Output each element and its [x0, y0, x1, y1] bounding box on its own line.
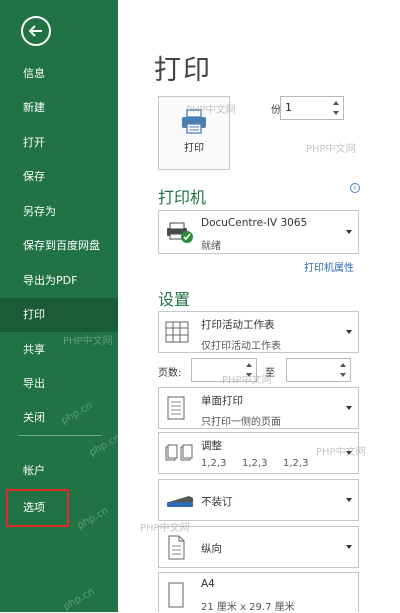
stapler-icon — [167, 496, 193, 507]
print-scope-select[interactable]: 打印活动工作表 仅打印活动工作表 — [158, 311, 359, 353]
copies-stepper[interactable]: 1 — [280, 96, 344, 120]
copies-decrement-button[interactable] — [332, 109, 341, 118]
portrait-page-icon — [168, 535, 185, 560]
printer-properties-link[interactable]: 打印机属性 — [304, 259, 354, 274]
nav-share[interactable]: 共享 — [0, 333, 118, 367]
print-sides-title: 单面打印 — [201, 395, 243, 407]
nav-new[interactable]: 新建 — [0, 91, 118, 125]
chevron-down-icon — [346, 330, 352, 334]
collate-seq-2: 1,2,3 — [242, 458, 268, 469]
printer-icon — [182, 109, 206, 134]
nav-divider — [18, 435, 102, 436]
page-from-input[interactable] — [191, 358, 257, 382]
settings-section-title: 设置 — [158, 290, 191, 309]
arrow-left-icon — [28, 25, 42, 37]
orientation-select[interactable]: 纵向 — [158, 526, 359, 568]
print-scope-title: 打印活动工作表 — [201, 319, 275, 331]
collate-select[interactable]: 调整 1,2,3 1,2,3 1,2,3 — [158, 432, 359, 474]
printer-ready-icon — [167, 222, 193, 243]
page-from-decrement[interactable] — [245, 371, 254, 380]
print-sides-select[interactable]: 单面打印 只打印一侧的页面 — [158, 387, 359, 429]
collate-icon — [165, 444, 193, 461]
chevron-down-icon — [346, 451, 352, 455]
nav-save-to-baidu[interactable]: 保存到百度网盘 — [0, 229, 118, 263]
nav-print[interactable]: 打印 — [0, 298, 118, 332]
print-button[interactable]: 打印 — [158, 96, 230, 170]
printer-name: DocuCentre-IV 3065 — [201, 217, 308, 229]
paper-size-title: A4 — [201, 578, 215, 590]
nav-info[interactable]: 信息 — [0, 57, 118, 91]
nav-account[interactable]: 帐户 — [0, 454, 118, 488]
info-icon[interactable]: i — [350, 183, 360, 193]
collate-title: 调整 — [201, 440, 222, 452]
back-button[interactable] — [21, 16, 51, 46]
options-highlight-box — [6, 489, 69, 527]
pages-label: 页数: — [158, 368, 182, 379]
printer-section-title: 打印机 — [158, 188, 207, 207]
page-title: 打印 — [154, 55, 212, 86]
nav-save[interactable]: 保存 — [0, 160, 118, 194]
page-from-increment[interactable] — [245, 361, 254, 370]
worksheet-grid-icon — [165, 321, 189, 343]
staple-title: 不装订 — [201, 496, 233, 508]
printer-select[interactable]: DocuCentre-IV 3065 就绪 — [158, 210, 359, 254]
paper-size-desc: 21 厘米 x 29.7 厘米 — [201, 602, 295, 613]
orientation-title: 纵向 — [201, 543, 222, 555]
paper-size-select[interactable]: A4 21 厘米 x 29.7 厘米 — [158, 572, 359, 613]
print-sides-desc: 只打印一侧的页面 — [201, 417, 281, 428]
page-to-increment[interactable] — [339, 361, 348, 370]
page-to-decrement[interactable] — [339, 371, 348, 380]
collate-seq-3: 1,2,3 — [283, 458, 309, 469]
copies-increment-button[interactable] — [332, 99, 341, 108]
print-panel: 打印 打印 份数: 1 打印机 i DocuCentre-IV 3065 就绪 … — [118, 0, 400, 613]
printer-status: 就绪 — [201, 241, 221, 252]
backstage-sidebar: 信息 新建 打开 保存 另存为 保存到百度网盘 导出为PDF 打印 共享 导出 … — [0, 0, 118, 612]
chevron-down-icon — [346, 230, 352, 234]
staple-select[interactable]: 不装订 — [158, 479, 359, 521]
chevron-down-icon — [346, 406, 352, 410]
collate-seq-1: 1,2,3 — [201, 458, 227, 469]
chevron-down-icon — [346, 545, 352, 549]
nav-export[interactable]: 导出 — [0, 367, 118, 401]
nav-save-as[interactable]: 另存为 — [0, 195, 118, 229]
print-scope-desc: 仅打印活动工作表 — [201, 341, 281, 352]
nav-export-pdf[interactable]: 导出为PDF — [0, 264, 118, 298]
nav-close[interactable]: 关闭 — [0, 401, 118, 435]
copies-value: 1 — [285, 101, 292, 114]
print-button-label: 打印 — [184, 143, 204, 154]
chevron-down-icon — [346, 498, 352, 502]
pages-to-label: 至 — [265, 368, 275, 379]
nav-open[interactable]: 打开 — [0, 126, 118, 160]
paper-icon — [168, 582, 184, 608]
single-sided-icon — [167, 396, 185, 420]
page-to-input[interactable] — [286, 358, 351, 382]
